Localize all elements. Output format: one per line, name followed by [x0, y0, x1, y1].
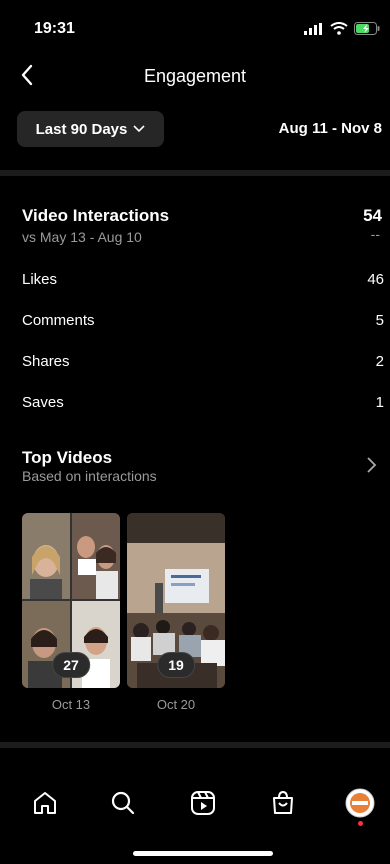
notification-dot	[358, 821, 363, 826]
metric-label: Likes	[22, 271, 58, 288]
signal-icon	[304, 22, 322, 35]
wifi-icon	[330, 22, 348, 35]
home-icon	[34, 792, 56, 814]
metric-value: 2	[375, 353, 384, 370]
video-date: Oct 20	[156, 697, 196, 712]
video-interactions-change: --	[370, 226, 380, 242]
section-divider	[0, 170, 390, 176]
interaction-count-badge: 27	[52, 652, 90, 678]
metric-value: 1	[375, 394, 384, 411]
battery-icon	[354, 22, 380, 35]
metric-label: Comments	[22, 312, 95, 329]
top-videos-title[interactable]: Top Videos	[22, 448, 112, 468]
date-range: Aug 11 - Nov 8	[278, 120, 382, 137]
search-icon	[111, 791, 135, 815]
video-thumbnail[interactable]: 27	[22, 513, 120, 688]
video-interactions-total: 54	[363, 206, 382, 225]
tab-search[interactable]	[108, 788, 138, 818]
interaction-count-badge: 19	[157, 652, 195, 678]
page-title: Engagement	[143, 66, 247, 86]
video-interactions-title: Video Interactions	[22, 206, 170, 225]
header: Engagement	[0, 56, 390, 100]
profile-avatar	[345, 788, 375, 818]
chevron-right-icon[interactable]	[364, 455, 380, 475]
status-icons	[304, 22, 380, 35]
tab-shop[interactable]	[268, 788, 298, 818]
metric-value: 46	[367, 271, 384, 288]
bottom-tab-bar	[0, 780, 390, 826]
video-interactions-comparison: vs May 13 - Aug 10	[22, 229, 142, 245]
metric-label: Saves	[22, 394, 64, 411]
video-thumbnail[interactable]: 19	[127, 513, 225, 688]
metric-label: Shares	[22, 353, 70, 370]
chevron-down-icon	[133, 125, 145, 133]
metric-row-saves: Saves 1	[22, 394, 384, 411]
tab-home[interactable]	[30, 788, 60, 818]
top-videos-subtitle: Based on interactions	[22, 468, 157, 484]
video-date: Oct 13	[51, 697, 91, 712]
date-filter-button[interactable]: Last 90 Days	[17, 111, 164, 147]
metric-row-likes: Likes 46	[22, 271, 384, 288]
status-bar: 19:31	[0, 0, 390, 56]
metric-value: 5	[375, 312, 384, 329]
tab-profile[interactable]	[345, 788, 375, 818]
status-time: 19:31	[34, 20, 75, 37]
tab-reels[interactable]	[188, 788, 218, 818]
section-divider	[0, 742, 390, 748]
date-filter-label: Last 90 Days	[35, 120, 128, 138]
reels-icon	[191, 791, 215, 815]
home-indicator[interactable]	[133, 851, 273, 856]
metric-row-shares: Shares 2	[22, 353, 384, 370]
shop-icon	[273, 790, 293, 814]
metric-row-comments: Comments 5	[22, 312, 384, 329]
